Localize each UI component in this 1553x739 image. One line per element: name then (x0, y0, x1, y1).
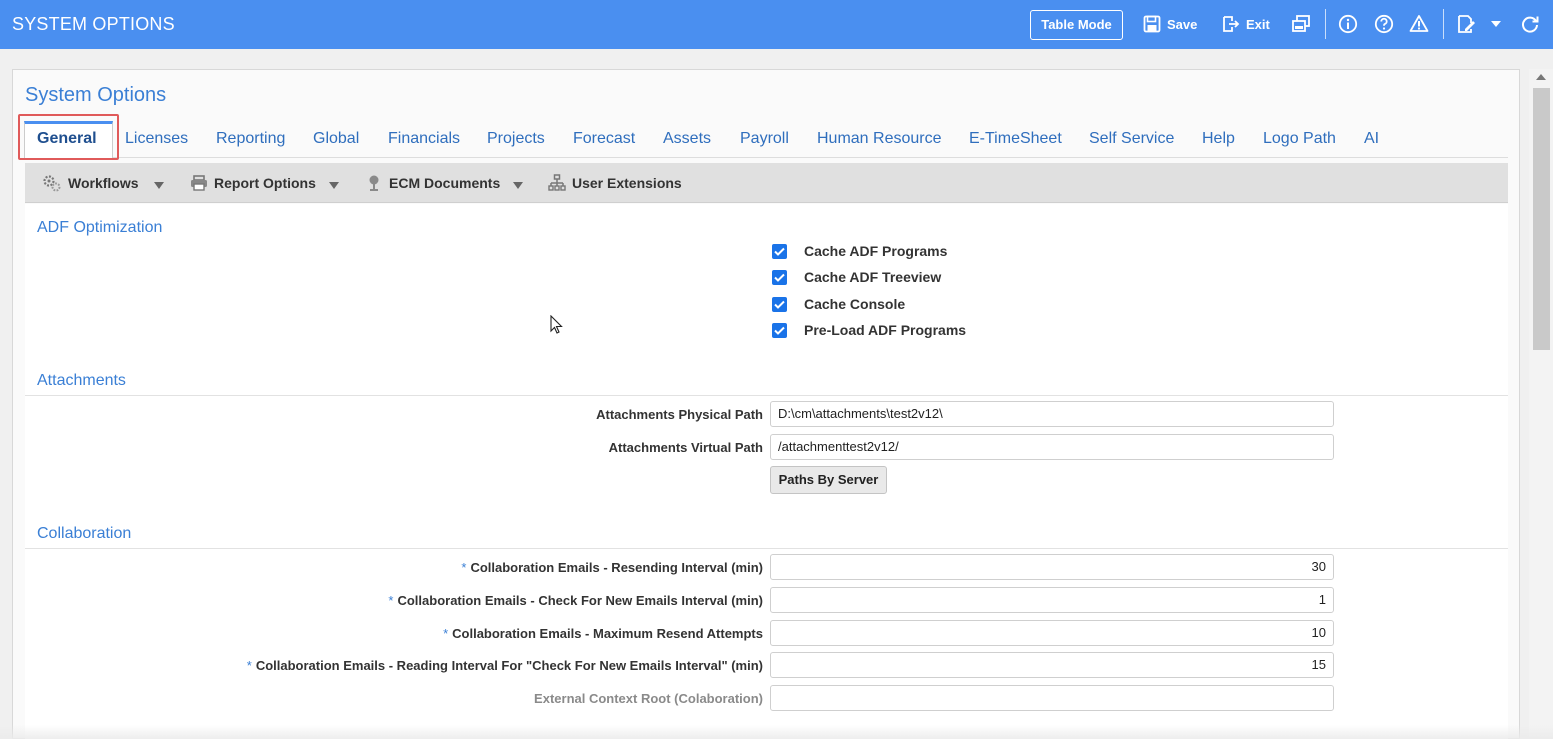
tab-self-service[interactable]: Self Service (1089, 128, 1174, 150)
section-title-attachments: Attachments (37, 372, 126, 389)
tab-payroll[interactable]: Payroll (740, 128, 789, 150)
tab-licenses[interactable]: Licenses (125, 128, 188, 150)
checkbox-label: Cache ADF Treeview (804, 269, 942, 285)
required-marker: * (443, 626, 449, 641)
save-icon (1143, 15, 1161, 33)
save-label: Save (1167, 16, 1198, 32)
checkmark-icon (774, 273, 785, 282)
info-icon[interactable] (1337, 13, 1359, 35)
checkbox-label: Cache Console (804, 296, 906, 312)
tab-financials[interactable]: Financials (388, 128, 460, 150)
required-marker: * (388, 593, 394, 608)
user-extensions-button[interactable]: User Extensions (548, 174, 682, 192)
warning-icon[interactable] (1408, 13, 1430, 35)
tab-human-resource[interactable]: Human Resource (817, 128, 942, 150)
field-label-text: Collaboration Emails - Check For New Ema… (397, 593, 763, 608)
save-button[interactable]: Save (1143, 13, 1197, 35)
external-context-root-input[interactable] (770, 685, 1334, 711)
checkmark-icon (774, 326, 785, 335)
checkbox-cache-adf-programs[interactable] (772, 244, 787, 259)
exit-label: Exit (1246, 16, 1270, 32)
checkmark-icon (774, 300, 785, 309)
chevron-down-icon[interactable] (154, 182, 164, 189)
tab-e-timesheet[interactable]: E-TimeSheet (969, 128, 1062, 150)
gears-icon (43, 175, 61, 192)
panel-title: System Options (25, 84, 167, 106)
attachments-physical-path-label: Attachments Physical Path (596, 407, 763, 422)
check-new-emails-interval-label: * Collaboration Emails - Check For New Em… (388, 593, 763, 608)
tab-reporting[interactable]: Reporting (216, 128, 285, 150)
tab-ai[interactable]: AI (1364, 128, 1379, 150)
section-divider (25, 395, 1508, 396)
toolbar-divider (1325, 9, 1326, 39)
checkbox-pre-load-adf-programs[interactable] (772, 323, 787, 338)
reading-interval-label: * Collaboration Emails - Reading Interval… (247, 658, 763, 673)
check-new-emails-interval-input[interactable]: 1 (770, 587, 1334, 613)
field-label-text: Collaboration Emails - Resending Interva… (470, 560, 763, 575)
tab-forecast[interactable]: Forecast (573, 128, 635, 150)
app-title: SYSTEM OPTIONS (12, 14, 175, 34)
chevron-down-icon[interactable] (329, 182, 339, 189)
workflows-button[interactable]: Workflows (42, 174, 139, 192)
report-options-label: Report Options (214, 175, 316, 191)
chevron-down-icon[interactable] (1485, 13, 1507, 35)
tab-projects[interactable]: Projects (487, 128, 545, 150)
document-tree-icon (369, 175, 379, 191)
required-marker: * (461, 560, 467, 575)
paths-by-server-button[interactable]: Paths By Server (770, 466, 887, 494)
tab-help[interactable]: Help (1202, 128, 1235, 150)
printer-icon (191, 175, 207, 191)
ecm-documents-button[interactable]: ECM Documents (365, 174, 500, 192)
attachments-virtual-path-input[interactable]: /attachmenttest2v12/ (770, 434, 1334, 460)
section-divider (25, 548, 1508, 549)
external-context-root-label: External Context Root (Colaboration) (534, 691, 763, 706)
chevron-down-icon[interactable] (513, 182, 523, 189)
checkbox-cache-adf-treeview[interactable] (772, 270, 787, 285)
mouse-pointer-icon (550, 314, 564, 340)
tab-logo-path[interactable]: Logo Path (1263, 128, 1336, 150)
resending-interval-input[interactable]: 30 (770, 554, 1334, 580)
maximum-resend-attempts-input[interactable]: 10 (770, 620, 1334, 646)
resending-interval-label: * Collaboration Emails - Resending Interv… (461, 560, 763, 575)
checkbox-label: Pre-Load ADF Programs (804, 322, 967, 338)
maximum-resend-attempts-label: * Collaboration Emails - Maximum Resend A… (443, 626, 763, 641)
help-icon[interactable] (1373, 13, 1395, 35)
tab-global[interactable]: Global (313, 128, 359, 150)
ecm-documents-label: ECM Documents (389, 175, 501, 191)
field-label-text: Collaboration Emails - Maximum Resend At… (452, 626, 763, 641)
toolbar-divider (1443, 9, 1444, 39)
checkbox-cache-console[interactable] (772, 297, 787, 312)
report-options-button[interactable]: Report Options (190, 174, 316, 192)
attachments-physical-path-input[interactable]: D:\cm\attachments\test2v12\ (770, 401, 1334, 427)
checkbox-label: Cache ADF Programs (804, 243, 948, 259)
top-bar: SYSTEM OPTIONS Table Mode Save Exit (0, 0, 1553, 49)
tabs-divider (24, 157, 1508, 158)
field-label-text: Collaboration Emails - Reading Interval … (255, 658, 763, 673)
reading-interval-input[interactable]: 15 (770, 652, 1334, 678)
scrollbar-thumb[interactable] (1533, 88, 1550, 350)
table-mode-button[interactable]: Table Mode (1030, 10, 1123, 40)
required-marker: * (246, 658, 252, 673)
user-extensions-label: User Extensions (572, 175, 682, 191)
exit-icon (1223, 16, 1240, 32)
tab-general[interactable]: General (37, 128, 97, 150)
section-title-collaboration: Collaboration (37, 525, 132, 542)
scroll-up-icon[interactable] (1536, 74, 1546, 80)
workflows-label: Workflows (68, 175, 139, 191)
hierarchy-icon (548, 174, 566, 191)
exit-button[interactable]: Exit (1222, 13, 1270, 35)
attachments-virtual-path-label: Attachments Virtual Path (608, 440, 763, 455)
edit-note-icon[interactable] (1455, 13, 1477, 35)
checkmark-icon (774, 247, 785, 256)
tab-assets[interactable]: Assets (663, 128, 711, 150)
copy-icon[interactable] (1290, 13, 1312, 35)
bottom-fade (0, 725, 1553, 739)
section-title-adf: ADF Optimization (37, 219, 163, 236)
refresh-icon[interactable] (1519, 13, 1541, 35)
